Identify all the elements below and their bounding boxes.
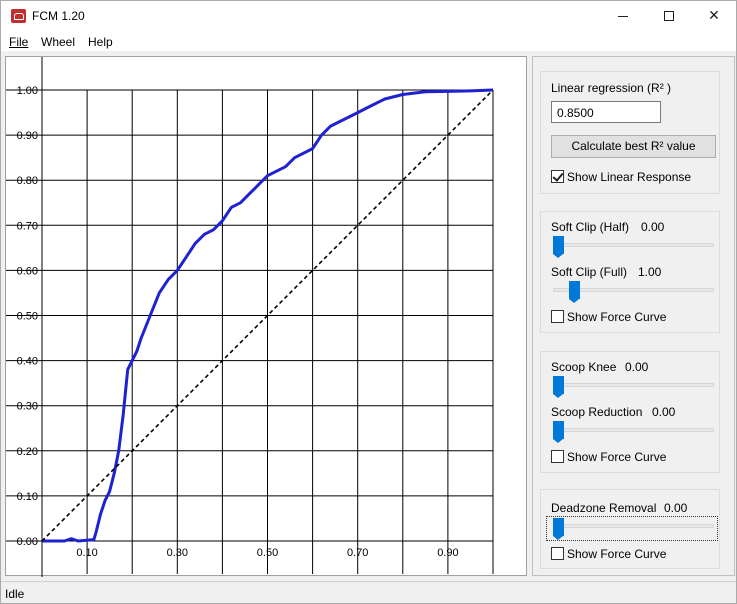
y-tick-label: 0.20 [17,446,38,458]
scoop-show-force-checkbox[interactable] [551,450,564,463]
x-tick-label: 0.90 [437,547,458,559]
deadzone-value: 0.00 [664,501,688,515]
soft-clip-group: Soft Clip (Half) 0.00 Soft Clip (Full) 1… [540,211,720,333]
soft-clip-show-force-label: Show Force Curve [567,310,667,324]
close-button[interactable]: ✕ [691,1,737,31]
y-tick-label: 0.70 [17,220,38,232]
x-tick-label: 0.70 [347,547,368,559]
scoop-knee-value: 0.00 [625,360,649,374]
soft-clip-half-slider[interactable] [553,236,564,258]
maximize-button[interactable] [646,1,692,31]
deadzone-focus-rect [546,516,718,541]
scoop-reduction-slider[interactable] [553,421,564,443]
scoop-show-force-label: Show Force Curve [567,450,667,464]
menu-wheel[interactable]: Wheel [41,35,75,49]
soft-clip-half-track [553,243,714,247]
soft-clip-full-label: Soft Clip (Full) [551,265,628,279]
soft-clip-half-value: 0.00 [641,220,665,234]
scoop-reduction-track [553,428,714,432]
scoop-knee-label: Scoop Knee [551,360,617,374]
menu-bar: File Wheel Help [1,31,736,52]
soft-clip-full-value: 1.00 [638,265,662,279]
app-window: FCM 1.20 ✕ File Wheel Help 0.00 0.10 0.20 0… [0,0,737,604]
y-tick-label: 0.00 [17,536,38,548]
settings-panel: Linear regression (R² ) 0.8500 Calculate… [532,56,735,576]
soft-clip-half-label: Soft Clip (Half) [551,220,630,234]
regression-group: Linear regression (R² ) 0.8500 Calculate… [540,71,720,194]
y-tick-label: 0.10 [17,491,38,503]
scoop-knee-slider[interactable] [553,376,564,398]
x-tick-label: 0.30 [167,547,188,559]
menu-file[interactable]: File [9,35,28,49]
minimize-icon [618,15,628,17]
scoop-reduction-value: 0.00 [652,405,676,419]
deadzone-group: Deadzone Removal 0.00 Show Force Curve [540,489,720,569]
x-tick-label: 0.10 [76,547,97,559]
minimize-button[interactable] [600,1,646,31]
window-title: FCM 1.20 [32,9,85,23]
regression-label: Linear regression (R² ) [551,81,672,95]
menu-help[interactable]: Help [88,35,113,49]
chart-svg: 0.00 0.10 0.20 0.30 0.40 0.50 0.60 0.70 0.80 0.90… [6,57,494,577]
scoop-reduction-label: Scoop Reduction [551,405,643,419]
maximize-icon [664,11,674,21]
deadzone-label: Deadzone Removal [551,501,657,515]
y-tick-label: 0.30 [17,401,38,413]
close-icon: ✕ [708,8,720,24]
show-linear-response-checkbox[interactable] [551,170,564,183]
deadzone-slider[interactable] [553,518,564,540]
status-text: Idle [5,587,25,601]
y-tick-label: 1.00 [17,85,38,97]
y-tick-label: 0.60 [17,265,38,277]
y-tick-label: 0.80 [17,175,38,187]
deadzone-track [553,524,714,528]
calculate-best-r2-button[interactable]: Calculate best R² value [551,135,716,158]
scoop-knee-track [553,383,714,387]
soft-clip-full-slider[interactable] [569,281,580,303]
deadzone-show-force-checkbox[interactable] [551,547,564,560]
status-bar: Idle [1,581,736,603]
deadzone-show-force-label: Show Force Curve [567,547,667,561]
soft-clip-show-force-checkbox[interactable] [551,310,564,323]
x-tick-label: 0.50 [257,547,278,559]
title-bar[interactable]: FCM 1.20 ✕ [1,1,736,31]
y-tick-label: 0.40 [17,356,38,368]
regression-value-field[interactable]: 0.8500 [551,101,661,123]
response-chart: 0.00 0.10 0.20 0.30 0.40 0.50 0.60 0.70 0.80 0.90… [5,56,527,577]
show-linear-response-label: Show Linear Response [567,170,692,184]
y-tick-label: 0.90 [17,130,38,142]
scoop-group: Scoop Knee 0.00 Scoop Reduction 0.00 Sho… [540,351,720,473]
app-icon [11,9,26,23]
y-tick-label: 0.50 [17,311,38,323]
